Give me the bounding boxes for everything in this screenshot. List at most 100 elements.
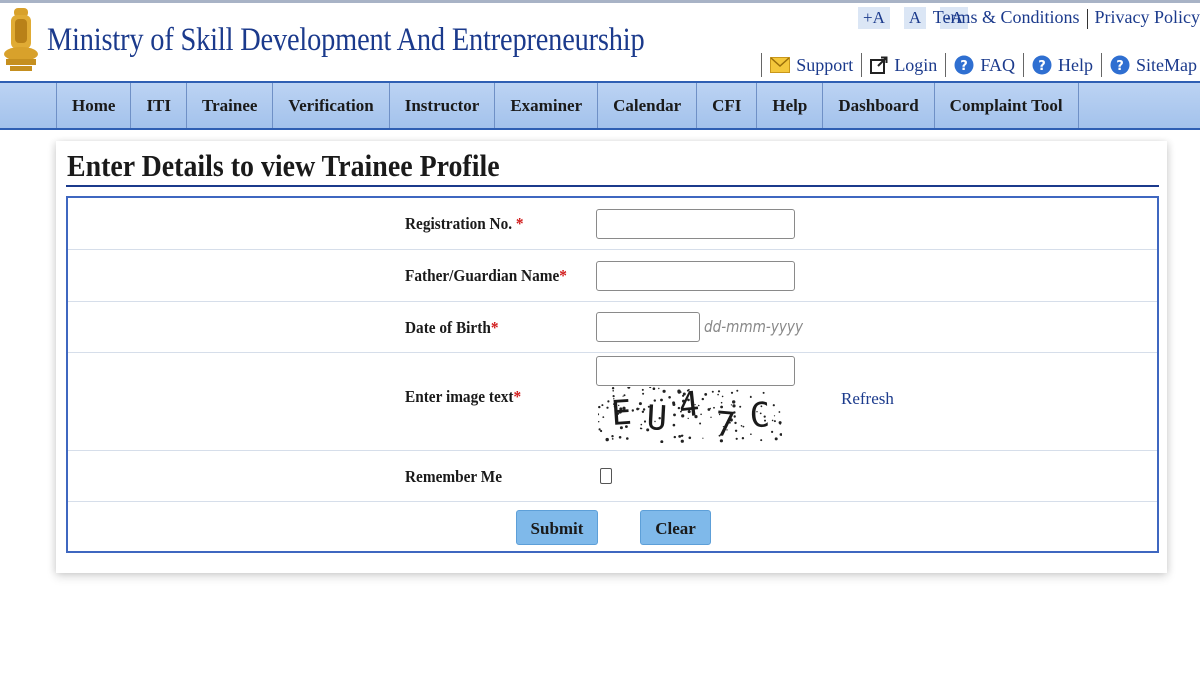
captcha-character: 7 — [713, 404, 737, 443]
national-emblem-logo — [4, 8, 38, 71]
captcha-noise-dot — [702, 437, 704, 439]
captcha-noise-dot — [649, 387, 652, 389]
dob-format-hint: dd-mmm-yyyy — [704, 317, 804, 336]
nav-iti[interactable]: ITI — [131, 83, 188, 128]
captcha-noise-dot — [638, 402, 642, 406]
captcha-noise-dot — [760, 439, 763, 442]
nav-verification[interactable]: Verification — [273, 83, 390, 128]
captcha-noise-dot — [710, 416, 712, 418]
external-link-icon — [870, 56, 888, 74]
captcha-noise-dot — [682, 434, 684, 437]
father-name-input[interactable] — [596, 261, 795, 291]
captcha-image: EU47C — [598, 387, 782, 443]
captcha-noise-dot — [662, 389, 666, 393]
main-navbar: Home ITI Trainee Verification Instructor… — [0, 81, 1200, 130]
captcha-noise-dot — [660, 440, 664, 443]
captcha-noise-dot — [688, 436, 692, 440]
actions-row: Submit Clear — [68, 502, 1157, 553]
support-link[interactable]: Support — [761, 53, 856, 77]
question-icon: ? — [1110, 55, 1130, 75]
captcha-noise-dot — [771, 419, 774, 422]
captcha-noise-dot — [774, 437, 778, 441]
increase-font-button[interactable]: +A — [858, 7, 890, 29]
sitemap-label: SiteMap — [1136, 54, 1197, 75]
captcha-refresh-link[interactable]: Refresh — [841, 389, 894, 409]
captcha-noise-dot — [717, 390, 721, 393]
captcha-noise-dot — [741, 437, 745, 440]
nav-trainee[interactable]: Trainee — [187, 83, 274, 128]
link-separator — [1086, 8, 1088, 29]
remember-row: Remember Me — [68, 451, 1157, 502]
nav-menu: Home ITI Trainee Verification Instructor… — [56, 83, 1079, 128]
nav-cfi[interactable]: CFI — [697, 83, 758, 128]
captcha-noise-dot — [631, 409, 634, 412]
help-label: Help — [1058, 54, 1093, 75]
dob-input[interactable] — [596, 312, 700, 342]
captcha-noise-dot — [607, 400, 610, 403]
captcha-noise-dot — [734, 429, 738, 432]
remember-checkbox[interactable] — [600, 468, 612, 484]
captcha-noise-dot — [742, 425, 745, 428]
captcha-noise-dot — [720, 401, 723, 404]
question-icon: ? — [954, 55, 974, 75]
svg-text:?: ? — [1116, 59, 1124, 74]
registration-input[interactable] — [596, 209, 795, 239]
captcha-noise-dot — [680, 439, 684, 443]
captcha-noise-dot — [673, 413, 676, 417]
nav-examiner[interactable]: Examiner — [495, 83, 599, 128]
captcha-character: E — [610, 393, 633, 434]
login-link[interactable]: Login — [861, 53, 940, 77]
registration-row: Registration No. * — [68, 198, 1157, 250]
captcha-noise-dot — [640, 423, 643, 426]
utility-links: Support Login ? FAQ ? Help ? SiteMap — [756, 53, 1200, 77]
captcha-noise-dot — [611, 435, 614, 438]
terms-link[interactable]: Terms & Conditions — [933, 7, 1080, 27]
captcha-noise-dot — [717, 393, 719, 396]
clear-button[interactable]: Clear — [640, 510, 711, 545]
captcha-noise-dot — [709, 407, 711, 410]
nav-complaint-tool[interactable]: Complaint Tool — [935, 83, 1079, 128]
captcha-noise-dot — [658, 387, 660, 390]
normal-font-button[interactable]: A — [903, 7, 927, 29]
captcha-noise-dot — [641, 410, 645, 413]
nav-dashboard[interactable]: Dashboard — [823, 83, 935, 128]
captcha-character: C — [749, 395, 771, 436]
captcha-input[interactable] — [596, 356, 795, 386]
faq-link[interactable]: ? FAQ — [945, 53, 1018, 77]
captcha-noise-dot — [739, 405, 742, 408]
captcha-noise-dot — [598, 428, 601, 431]
captcha-noise-dot — [732, 400, 736, 404]
sitemap-link[interactable]: ? SiteMap — [1101, 53, 1200, 77]
top-border — [0, 0, 1200, 3]
captcha-noise-dot — [740, 425, 743, 427]
captcha-noise-dot — [779, 423, 781, 425]
nav-home[interactable]: Home — [57, 83, 132, 128]
dob-label: Date of Birth* — [405, 318, 499, 337]
captcha-noise-dot — [626, 437, 629, 440]
privacy-link[interactable]: Privacy Policy — [1095, 7, 1200, 27]
captcha-noise-dot — [611, 438, 614, 440]
nav-help[interactable]: Help — [757, 83, 824, 128]
submit-button[interactable]: Submit — [516, 510, 598, 545]
captcha-noise-dot — [642, 408, 646, 411]
captcha-noise-dot — [735, 437, 738, 440]
nav-instructor[interactable]: Instructor — [390, 83, 496, 128]
mail-icon — [770, 57, 791, 73]
registration-label: Registration No. * — [405, 214, 524, 233]
captcha-noise-dot — [779, 433, 782, 436]
nav-calendar[interactable]: Calendar — [598, 83, 698, 128]
captcha-noise-dot — [762, 391, 765, 394]
captcha-noise-dot — [598, 413, 600, 416]
captcha-noise-dot — [700, 413, 702, 416]
login-label: Login — [894, 54, 938, 75]
remember-label: Remember Me — [405, 467, 503, 486]
captcha-noise-dot — [606, 406, 609, 409]
page-title: Enter Details to view Trainee Profile — [67, 148, 500, 183]
captcha-noise-dot — [704, 393, 708, 396]
help-link[interactable]: ? Help — [1023, 53, 1096, 77]
captcha-noise-dot — [721, 395, 724, 398]
captcha-noise-dot — [736, 389, 739, 392]
captcha-noise-dot — [638, 408, 640, 410]
captcha-noise-dot — [602, 416, 605, 418]
captcha-noise-dot — [772, 404, 775, 407]
